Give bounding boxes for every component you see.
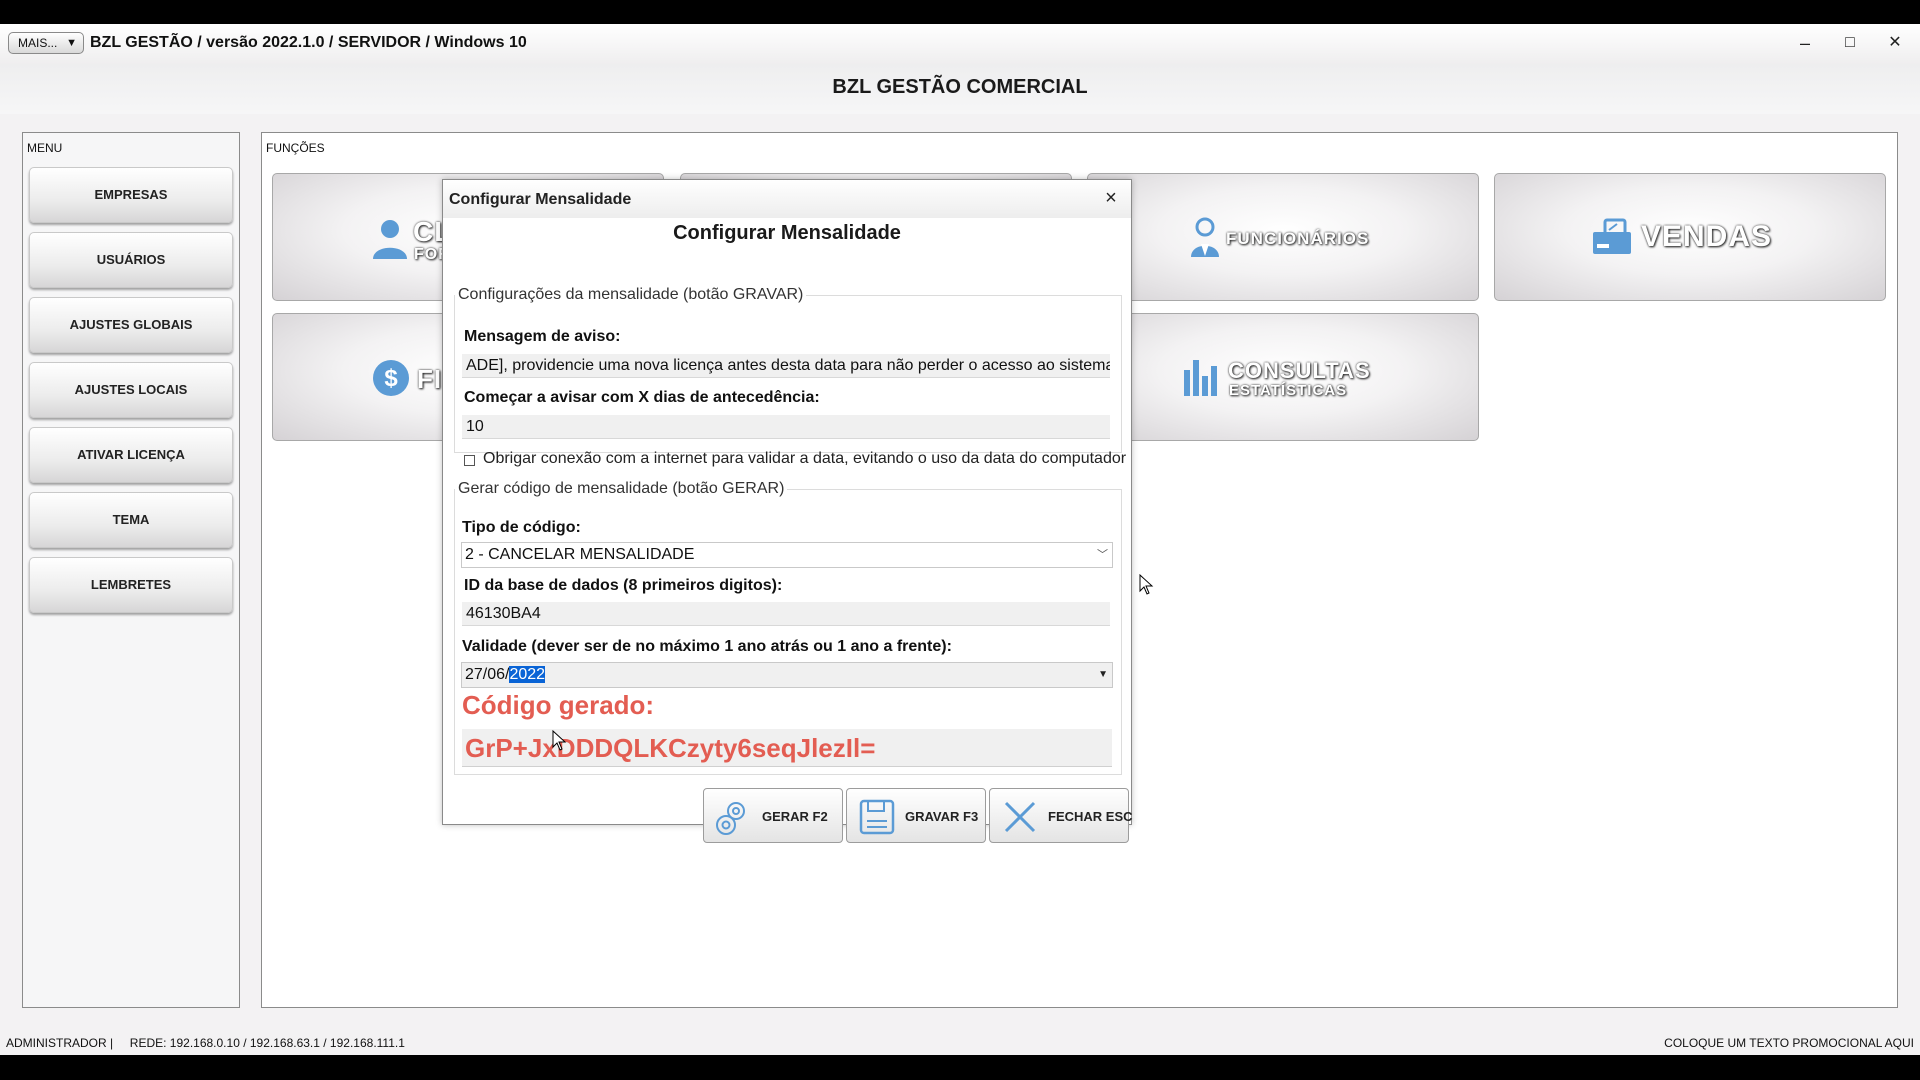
menu-item-empresas[interactable]: EMPRESAS — [29, 167, 233, 223]
employee-icon — [1191, 217, 1219, 257]
app-window: MAIS... ▼ BZL GESTÃO / versão 2022.1.0 /… — [0, 24, 1920, 1055]
tile-funcionarios[interactable]: FUNCIONÁRIOS — [1087, 173, 1479, 301]
dialog-close-button[interactable]: × — [1099, 186, 1123, 210]
app-title: BZL GESTÃO COMERCIAL — [832, 76, 1088, 98]
code-type-select[interactable]: 2 - CANCELAR MENSALIDADE ﹀ — [461, 542, 1113, 568]
app-header: BZL GESTÃO COMERCIAL — [0, 64, 1920, 114]
fechar-button[interactable]: FECHAR ESC — [989, 788, 1133, 843]
date-dropdown-icon: ▼ — [1098, 669, 1108, 680]
message-input[interactable]: ADE], providencie uma nova licença antes… — [462, 354, 1110, 378]
fechar-button-label: FECHAR ESC — [1048, 809, 1133, 824]
tile-vendas[interactable]: VENDAS — [1494, 173, 1886, 301]
generated-code-label: Código gerado: — [462, 690, 655, 720]
person-icon — [373, 220, 407, 259]
minimize-button[interactable]: – — [1790, 30, 1820, 56]
tile-consultas-title: CONSULTAS — [1228, 358, 1371, 383]
internet-checkbox-label: Obrigar conexão com a internet para vali… — [483, 450, 1127, 467]
window-titlebar: MAIS... ▼ BZL GESTÃO / versão 2022.1.0 /… — [0, 24, 1920, 64]
dropdown-arrow-icon: ▼ — [66, 37, 77, 49]
mouse-cursor-icon — [552, 730, 567, 751]
db-id-label: ID da base de dados (8 primeiros digitos… — [464, 577, 783, 594]
maximize-button[interactable]: □ — [1835, 30, 1865, 56]
message-label: Mensagem de aviso: — [464, 328, 621, 345]
menu-item-usuarios[interactable]: USUÁRIOS — [29, 232, 233, 288]
gravar-button[interactable]: GRAVAR F3 — [846, 788, 986, 843]
menu-item-tema[interactable]: TEMA — [29, 492, 233, 548]
gerar-button-label: GERAR F2 — [762, 809, 828, 824]
save-icon — [859, 799, 895, 835]
days-input[interactable]: 10 — [462, 415, 1110, 439]
code-type-label: Tipo de código: — [462, 519, 581, 536]
code-type-value: 2 - CANCELAR MENSALIDADE — [465, 546, 695, 563]
days-label: Começar a avisar com X dias de antecedên… — [464, 389, 820, 406]
config-group-legend: Configurações da mensalidade (botão GRAV… — [458, 286, 804, 303]
validity-date-prefix: 27/06/ — [465, 666, 510, 683]
menu-label: MENU — [27, 141, 63, 155]
status-bar: ADMINISTRADOR | REDE: 192.168.0.10 / 192… — [0, 1030, 1920, 1055]
close-icon — [1004, 801, 1036, 833]
close-button[interactable]: ✕ — [1880, 30, 1910, 56]
tile-vendas-title: VENDAS — [1641, 220, 1773, 253]
gear-icon — [716, 802, 745, 835]
generate-group-legend: Gerar código de mensalidade (botão GERAR… — [458, 480, 785, 497]
tile-financeiro-title: FI — [417, 364, 443, 394]
gravar-button-label: GRAVAR F3 — [905, 809, 979, 824]
tile-consultas[interactable]: CONSULTAS ESTATÍSTICAS — [1087, 313, 1479, 441]
mouse-cursor-icon — [1139, 574, 1154, 595]
mais-dropdown-button[interactable]: MAIS... ▼ — [8, 32, 84, 54]
status-promo-text: COLOQUE UM TEXTO PROMOCIONAL AQUI — [1664, 1036, 1914, 1050]
gerar-button[interactable]: GERAR F2 — [703, 788, 843, 843]
menu-panel: MENU EMPRESAS USUÁRIOS AJUSTES GLOBAIS A… — [22, 132, 240, 1008]
internet-checkbox[interactable] — [464, 455, 475, 466]
status-left-text: ADMINISTRADOR | REDE: 192.168.0.10 / 192… — [6, 1036, 405, 1050]
window-title: BZL GESTÃO / versão 2022.1.0 / SERVIDOR … — [90, 34, 527, 51]
menu-item-lembretes[interactable]: LEMBRETES — [29, 557, 233, 613]
db-id-input[interactable]: 46130BA4 — [462, 602, 1110, 626]
bar-chart-icon — [1184, 360, 1217, 396]
dialog-titlebar: Configurar Mensalidade × — [443, 180, 1131, 218]
configurar-mensalidade-dialog: Configurar Mensalidade × Configurar Mens… — [442, 179, 1133, 843]
tile-funcionarios-title: FUNCIONÁRIOS — [1226, 229, 1370, 248]
validity-label: Validade (dever ser de no máximo 1 ano a… — [462, 638, 952, 655]
dollar-icon: $ — [373, 360, 409, 396]
chevron-down-icon: ﹀ — [1097, 549, 1108, 561]
dialog-heading: Configurar Mensalidade — [673, 222, 901, 244]
validity-date-picker[interactable]: 27/06/2022 ▼ — [461, 662, 1113, 688]
functions-label: FUNÇÕES — [266, 141, 325, 155]
menu-item-ajustes-globais[interactable]: AJUSTES GLOBAIS — [29, 297, 233, 353]
dialog-title: Configurar Mensalidade — [449, 191, 632, 208]
svg-text:$: $ — [384, 365, 398, 392]
menu-item-ajustes-locais[interactable]: AJUSTES LOCAIS — [29, 362, 233, 418]
validity-date-selected: 2022 — [509, 666, 546, 683]
tile-consultas-subtitle: ESTATÍSTICAS — [1229, 382, 1348, 399]
mais-label: MAIS... — [18, 36, 58, 50]
cash-register-icon — [1593, 218, 1631, 254]
menu-item-ativar-licenca[interactable]: ATIVAR LICENÇA — [29, 427, 233, 483]
